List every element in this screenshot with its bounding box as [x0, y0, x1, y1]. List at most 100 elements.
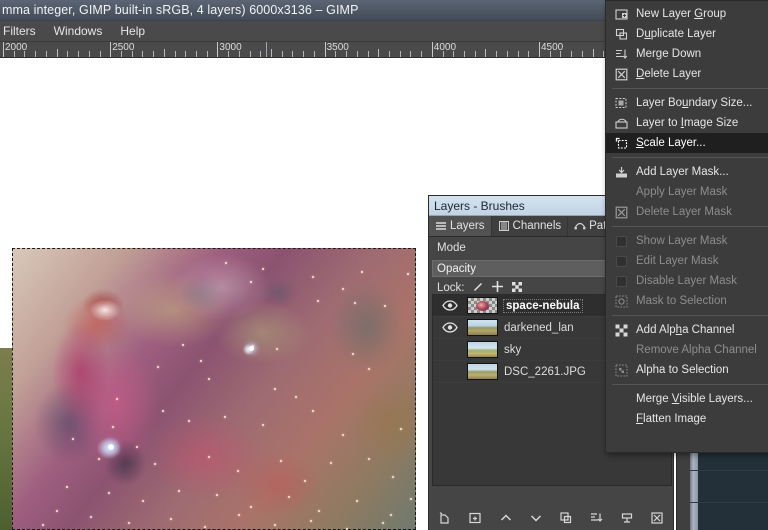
menu-item-new-layer-group[interactable]: New Layer Group: [606, 4, 768, 24]
checkbox-icon: [614, 234, 628, 248]
menu-item-label: Mask to Selection: [636, 295, 727, 307]
layer-visibility-toggle[interactable]: [433, 322, 467, 333]
delete-layer-icon: [614, 67, 628, 81]
menu-item-label: Show Layer Mask: [636, 235, 728, 247]
alpha-to-selection-icon: [614, 363, 628, 377]
raise-layer-button[interactable]: [496, 510, 516, 528]
merge-down-button[interactable]: [586, 510, 606, 528]
menu-item-show-layer-mask: Show Layer Mask: [606, 231, 768, 251]
tab-channels[interactable]: Channels: [492, 216, 569, 236]
menu-item-label: Add Alpha Channel: [636, 324, 735, 336]
anchor-layer-button[interactable]: [617, 510, 637, 528]
layer-thumbnail: [467, 319, 498, 336]
menu-item-edit-layer-mask: Edit Layer Mask: [606, 251, 768, 271]
layer-name[interactable]: sky: [504, 344, 521, 356]
layer-visibility-toggle[interactable]: [433, 300, 467, 311]
menu-item-label: Scale Layer...: [636, 137, 706, 149]
menu-item-delete-layer[interactable]: Delete Layer: [606, 64, 768, 84]
menu-help[interactable]: Help: [111, 22, 154, 40]
menu-item-merge-down[interactable]: Merge Down: [606, 44, 768, 64]
menu-item-label: Duplicate Layer: [636, 28, 716, 40]
delete-layer-button[interactable]: [647, 510, 667, 528]
new-layer-icon: [438, 511, 452, 528]
menu-item-merge-visible-layers[interactable]: Merge Visible Layers...: [606, 389, 768, 409]
menu-item-label: Layer Boundary Size...: [636, 97, 753, 109]
menu-item-duplicate-layer[interactable]: Duplicate Layer: [606, 24, 768, 44]
menu-windows[interactable]: Windows: [45, 22, 112, 40]
delete-layer-mask-icon: [614, 205, 628, 219]
layer-name[interactable]: darkened_lan: [504, 322, 574, 334]
ruler-cursor-marker: [266, 42, 267, 57]
menu-item-label: Alpha to Selection: [636, 364, 729, 376]
layer-name[interactable]: space-nebula: [503, 298, 583, 313]
menu-item-label: Remove Alpha Channel: [636, 344, 757, 356]
layers-icon: [435, 220, 447, 232]
menu-item-apply-layer-mask: Apply Layer Mask: [606, 182, 768, 202]
window-title: mma integer, GIMP built-in sRGB, 4 layer…: [2, 3, 359, 17]
menu-item-label: Add Layer Mask...: [636, 166, 729, 178]
menu-separator: [612, 88, 768, 89]
canvas-active-layer[interactable]: [12, 248, 416, 530]
checkbox-icon: [614, 274, 628, 288]
duplicate-layer-icon: [559, 511, 573, 528]
chevron-down-icon: [529, 511, 543, 528]
tab-channels-label: Channels: [512, 220, 562, 232]
layer-name[interactable]: DSC_2261.JPG: [504, 366, 586, 378]
menu-item-disable-layer-mask: Disable Layer Mask: [606, 271, 768, 291]
menu-item-flatten-image[interactable]: Flatten Image: [606, 409, 768, 429]
menu-separator: [612, 157, 768, 158]
layers-dock-buttonbar: [429, 508, 673, 530]
menu-separator: [612, 384, 768, 385]
layer-thumbnail: [467, 341, 498, 358]
new-layer-button[interactable]: [435, 510, 455, 528]
none: [614, 343, 628, 357]
menu-item-label: Layer to Image Size: [636, 117, 739, 129]
menu-item-label: Delete Layer: [636, 68, 702, 80]
layer-lock-label: Lock:: [437, 282, 465, 294]
menu-item-add-alpha-channel[interactable]: Add Alpha Channel: [606, 320, 768, 340]
menu-item-label: Merge Visible Layers...: [636, 393, 753, 405]
menu-item-layer-to-image-size[interactable]: Layer to Image Size: [606, 113, 768, 133]
layer-context-menu[interactable]: New Layer Group Duplicate Layer Merge Down…: [605, 0, 768, 453]
tab-layers-label: Layers: [450, 220, 485, 232]
checkbox-icon: [614, 254, 628, 268]
layer-mode-label: Mode: [437, 242, 466, 254]
menu-item-label: New Layer Group: [636, 8, 727, 20]
new-layer-group-icon: [468, 511, 482, 528]
none: [614, 412, 628, 426]
menu-separator: [612, 226, 768, 227]
channels-icon: [498, 220, 510, 232]
duplicate-layer-icon: [614, 27, 628, 41]
tab-layers[interactable]: Layers: [429, 216, 492, 236]
lower-layer-button[interactable]: [526, 510, 546, 528]
layer-opacity-label: Opacity: [437, 262, 476, 275]
new-layer-group-icon: [614, 7, 628, 21]
menu-separator: [612, 315, 768, 316]
menu-item-remove-alpha-channel: Remove Alpha Channel: [606, 340, 768, 360]
new-layer-group-button[interactable]: [465, 510, 485, 528]
layer-thumbnail: [467, 297, 498, 314]
layer-thumbnail: [467, 363, 498, 380]
menu-item-label: Delete Layer Mask: [636, 206, 732, 218]
menu-item-alpha-to-selection[interactable]: Alpha to Selection: [606, 360, 768, 380]
canvas-underlying-layer: [0, 348, 12, 530]
menu-item-layer-boundary-size[interactable]: Layer Boundary Size...: [606, 93, 768, 113]
scale-layer-icon: [614, 136, 628, 150]
merge-down-icon: [589, 511, 603, 528]
menu-item-label: Disable Layer Mask: [636, 275, 737, 287]
menu-filters[interactable]: Filters: [0, 22, 45, 40]
anchor-icon: [620, 511, 634, 528]
alpha-channel-icon: [614, 323, 628, 337]
menu-item-label: Edit Layer Mask: [636, 255, 719, 267]
star-field: [12, 248, 416, 530]
paths-icon: [574, 220, 586, 232]
none: [614, 185, 628, 199]
delete-layer-icon: [650, 511, 664, 528]
duplicate-layer-button[interactable]: [556, 510, 576, 528]
layer-boundary-icon: [614, 96, 628, 110]
menu-item-mask-to-selection: Mask to Selection: [606, 291, 768, 311]
menu-item-label: Merge Down: [636, 48, 702, 60]
menu-item-scale-layer[interactable]: Scale Layer...: [606, 133, 768, 153]
menu-item-add-layer-mask[interactable]: Add Layer Mask...: [606, 162, 768, 182]
layer-to-image-icon: [614, 116, 628, 130]
